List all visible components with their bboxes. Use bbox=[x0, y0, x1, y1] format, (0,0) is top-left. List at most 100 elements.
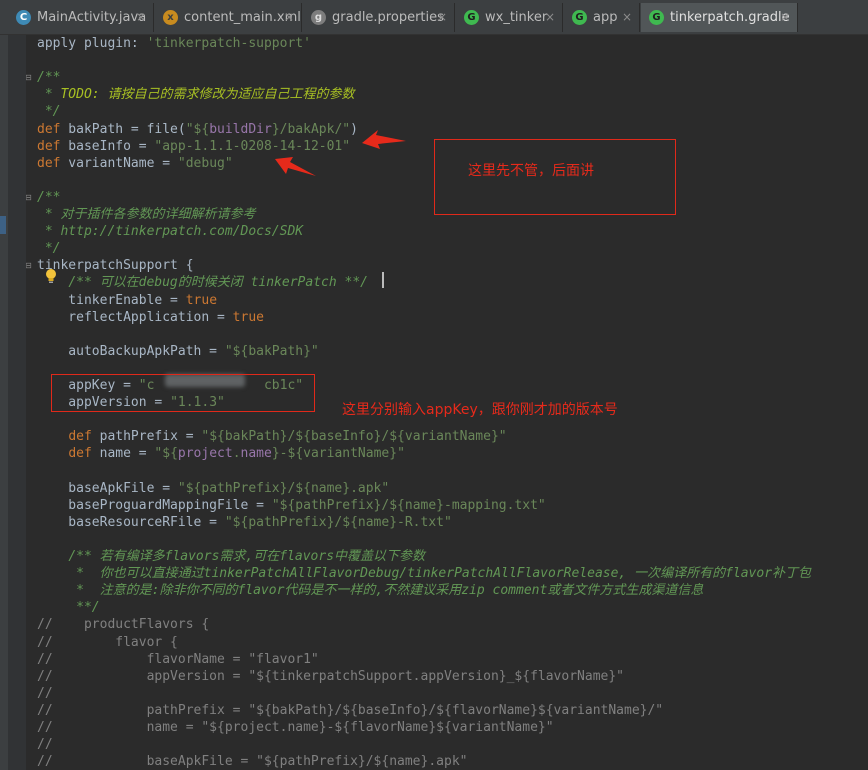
code-token: // bbox=[37, 737, 53, 753]
code-token: // flavor { bbox=[37, 634, 178, 650]
code-line: // pathPrefix = "${bakPath}/${baseInfo}/… bbox=[37, 702, 663, 719]
file-type-icon: G bbox=[649, 10, 664, 25]
code-token: // baseApkFile = "${pathPrefix}/${name}.… bbox=[37, 754, 468, 770]
tab-label: wx_tinker bbox=[485, 10, 548, 25]
code-line: baseResourceRFile = "${pathPrefix}/${nam… bbox=[37, 514, 452, 531]
code-token: name bbox=[240, 446, 272, 462]
file-type-icon: G bbox=[572, 10, 587, 25]
code-line: * 对于插件各参数的详细解析请参考 bbox=[37, 206, 256, 223]
code-line: def variantName = "debug" bbox=[37, 155, 233, 172]
code-line: def bakPath = file("${buildDir}/bakApk/"… bbox=[37, 121, 358, 138]
code-token: buildDir bbox=[209, 121, 272, 137]
file-type-icon: C bbox=[16, 10, 31, 25]
code-token: true bbox=[185, 292, 218, 308]
code-line: // baseApkFile = "${pathPrefix}/${name}.… bbox=[37, 753, 467, 770]
lightbulb-icon[interactable] bbox=[44, 268, 58, 284]
code-token: variantName = bbox=[60, 155, 178, 171]
code-token: autoBackupApkPath = bbox=[37, 343, 225, 359]
code-token: "${bakPath}" bbox=[224, 343, 319, 359]
code-line: // bbox=[37, 736, 53, 753]
annotation-note-1: 这里先不管，后面讲 bbox=[468, 163, 594, 179]
code-token: -R.txt" bbox=[397, 514, 452, 530]
text-caret bbox=[382, 272, 384, 288]
code-line: def name = "${project.name}-${variantNam… bbox=[37, 445, 405, 462]
fold-icon[interactable]: ⊟ bbox=[26, 73, 32, 82]
code-token: def bbox=[37, 155, 61, 171]
code-line: /** 若有编译多flavors需求,可在flavors中覆盖以下参数 bbox=[37, 548, 425, 565]
code-token: * 注意的是:除非你不同的flavor代码是不一样的,不然建议采用zip com… bbox=[37, 583, 704, 599]
code-token: /** 若有编译多flavors需求,可在flavors中覆盖以下参数 bbox=[68, 549, 426, 564]
close-icon[interactable]: × bbox=[545, 10, 555, 24]
code-token: ) bbox=[350, 121, 358, 137]
code-token: apply plugin: bbox=[37, 36, 147, 51]
code-line: // productFlavors { bbox=[37, 616, 209, 633]
annotation-box-2 bbox=[51, 374, 315, 412]
code-token: * http://tinkerpatch.com/Docs/SDK bbox=[37, 224, 304, 240]
code-line: /** 可以在debug的时候关闭 tinkerPatch **/ bbox=[37, 274, 368, 291]
code-token: tinkerpatchSupport { bbox=[37, 258, 194, 274]
code-token: "${ bbox=[154, 446, 178, 462]
fold-icon[interactable]: ⊟ bbox=[26, 261, 32, 270]
annotation-arrow-1 bbox=[362, 130, 406, 149]
code-line: autoBackupApkPath = "${bakPath}" bbox=[37, 343, 319, 360]
tab-label: tinkerpatch.gradle bbox=[670, 10, 790, 25]
tab-label: app bbox=[593, 10, 618, 25]
code-token: def bbox=[37, 138, 61, 154]
left-tool-strip bbox=[0, 35, 8, 770]
tab-app[interactable]: Gapp × bbox=[564, 3, 640, 32]
close-icon[interactable]: × bbox=[780, 10, 790, 24]
annotation-arrow-2 bbox=[275, 157, 316, 176]
code-token: -mapping.txt" bbox=[444, 497, 546, 513]
tool-strip-marker[interactable] bbox=[0, 216, 6, 234]
code-token: .apk" bbox=[350, 480, 390, 496]
code-line: tinkerEnable = true bbox=[37, 292, 217, 309]
code-line: * TODO: 请按自己的需求修改为适应自己工程的参数 bbox=[37, 86, 355, 103]
code-line: // flavor { bbox=[37, 634, 178, 651]
close-icon[interactable]: × bbox=[284, 10, 294, 24]
code-line: reflectApplication = true bbox=[37, 309, 264, 326]
tab-mainactivity-java[interactable]: C MainActivity.java × bbox=[8, 3, 154, 32]
code-token: baseApkFile = bbox=[37, 480, 178, 496]
code-token: baseResourceRFile = bbox=[37, 514, 225, 530]
close-icon[interactable]: × bbox=[437, 10, 447, 24]
code-line: * 你也可以直接通过tinkerPatchAllFlavorDebug/tink… bbox=[37, 565, 811, 582]
close-icon[interactable]: × bbox=[136, 10, 146, 24]
code-line: def pathPrefix = "${bakPath}/${baseInfo}… bbox=[37, 428, 506, 445]
code-line: * http://tinkerpatch.com/Docs/SDK bbox=[37, 223, 303, 240]
code-token: baseProguardMappingFile = bbox=[37, 497, 272, 513]
code-token: "debug" bbox=[177, 155, 233, 171]
code-line: */ bbox=[37, 103, 61, 120]
code-token: pathPrefix = bbox=[91, 429, 202, 445]
tab-content-main-xml[interactable]: x content_main.xml × bbox=[155, 3, 302, 32]
code-token: reflectApplication = bbox=[37, 309, 233, 325]
code-token: name = bbox=[91, 446, 155, 462]
code-token: . bbox=[232, 446, 241, 462]
close-icon[interactable]: × bbox=[622, 10, 632, 24]
code-line: baseApkFile = "${pathPrefix}/${name}.apk… bbox=[37, 480, 389, 497]
code-line: **/ bbox=[37, 599, 100, 616]
tab-tinkerpatch-gradle[interactable]: Gtinkerpatch.gradle × bbox=[641, 3, 798, 32]
code-line: apply plugin: 'tinkerpatch-support' bbox=[37, 35, 311, 52]
code-token: */ bbox=[37, 104, 61, 120]
code-token: /** bbox=[37, 70, 61, 86]
code-token: }-${variantName}" bbox=[271, 446, 405, 462]
code-token: // flavorName = "flavor1" bbox=[37, 651, 319, 667]
code-token: def bbox=[37, 121, 61, 137]
fold-icon[interactable]: ⊟ bbox=[26, 193, 32, 202]
code-token: def bbox=[68, 429, 92, 445]
code-line: // flavorName = "flavor1" bbox=[37, 651, 319, 668]
editor-tab-bar: C MainActivity.java × x content_main.xml × g gr… bbox=[0, 0, 868, 35]
tab-gradle-properties[interactable]: g gradle.properties × bbox=[303, 3, 455, 32]
code-token: // bbox=[37, 685, 53, 701]
code-token: /** bbox=[37, 189, 61, 205]
tab-label: gradle.properties bbox=[332, 10, 444, 25]
tab-wx-tinker[interactable]: Gwx_tinker × bbox=[456, 3, 563, 32]
code-token: */ bbox=[37, 241, 61, 257]
code-token: bakPath = file( bbox=[60, 121, 186, 137]
code-token: "app-1.1.1-0208-14-12-01" bbox=[154, 138, 351, 154]
code-token: "${ bbox=[185, 121, 210, 137]
file-type-icon: G bbox=[464, 10, 479, 25]
code-token: /** 可以在debug的时候关闭 tinkerPatch **/ bbox=[68, 275, 368, 291]
code-token: true bbox=[232, 309, 264, 325]
